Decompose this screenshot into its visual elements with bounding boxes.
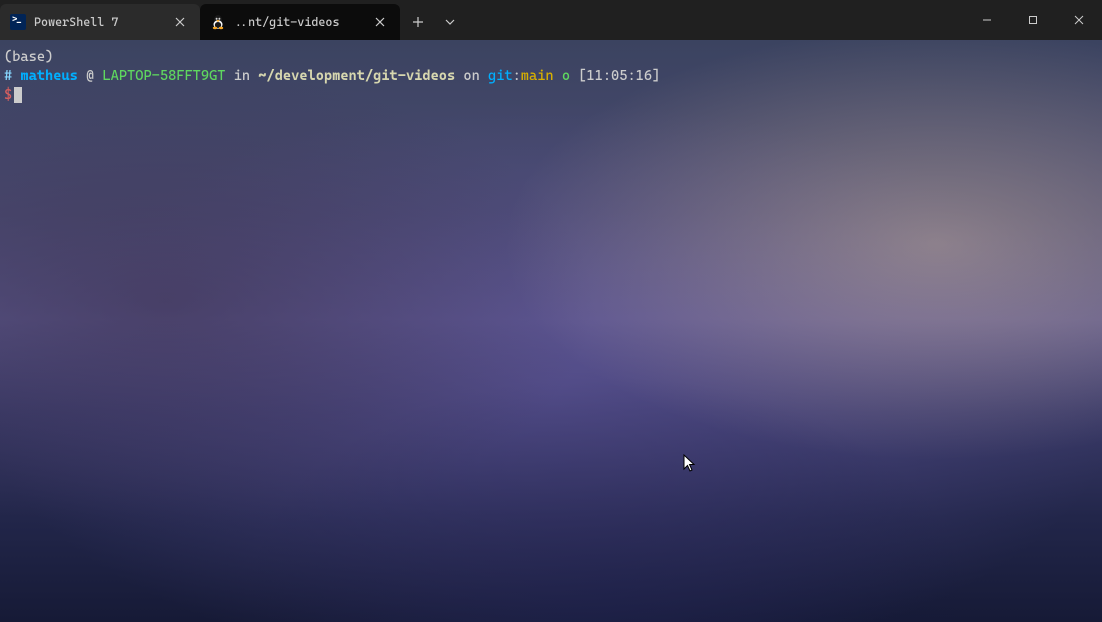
- tux-icon: [210, 14, 226, 30]
- window-controls: [964, 0, 1102, 40]
- env-line: (base): [4, 48, 1098, 67]
- input-line: $: [4, 86, 1098, 105]
- prompt-clean: o: [562, 68, 570, 84]
- close-window-button[interactable]: [1056, 0, 1102, 40]
- tabs-container: PowerShell 7 ..nt/g: [0, 0, 464, 40]
- prompt-colon: :: [513, 68, 521, 84]
- maximize-button[interactable]: [1010, 0, 1056, 40]
- terminal-viewport[interactable]: (base) # matheus @ LAPTOP-58FFT9GT in ~/…: [0, 40, 1102, 622]
- new-tab-button[interactable]: [400, 4, 436, 40]
- tab-git-videos[interactable]: ..nt/git-videos: [200, 4, 400, 40]
- tab-powershell[interactable]: PowerShell 7: [0, 4, 200, 40]
- prompt-hash: #: [4, 68, 12, 84]
- titlebar: PowerShell 7 ..nt/g: [0, 0, 1102, 40]
- prompt-on: on: [463, 68, 479, 84]
- prompt-path: ~/development/git-videos: [258, 68, 455, 84]
- tab-label: PowerShell 7: [34, 15, 164, 29]
- prompt-at: @: [86, 68, 94, 84]
- prompt-user: matheus: [20, 68, 77, 84]
- close-tab-icon[interactable]: [372, 14, 388, 30]
- mouse-cursor-icon: [683, 454, 697, 480]
- conda-env: (base): [4, 49, 53, 65]
- tab-dropdown-button[interactable]: [436, 4, 464, 40]
- prompt-host: LAPTOP-58FFT9GT: [102, 68, 225, 84]
- tab-label: ..nt/git-videos: [234, 15, 364, 29]
- close-tab-icon[interactable]: [172, 14, 188, 30]
- prompt-in: in: [234, 68, 250, 84]
- prompt-branch: main: [521, 68, 554, 84]
- prompt-git: git: [488, 68, 513, 84]
- powershell-icon: [10, 14, 26, 30]
- text-cursor: [14, 87, 22, 103]
- minimize-button[interactable]: [964, 0, 1010, 40]
- prompt-line: # matheus @ LAPTOP-58FFT9GT in ~/develop…: [4, 67, 1098, 86]
- prompt-time: [11:05:16]: [578, 68, 660, 84]
- prompt-symbol: $: [4, 87, 12, 103]
